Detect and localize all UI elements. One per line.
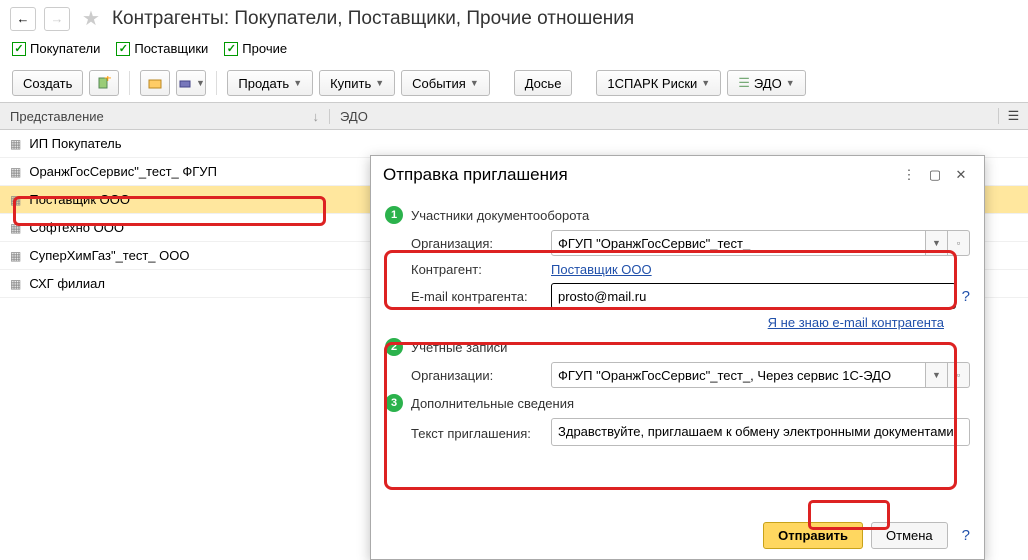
table-icon: ▦ — [10, 277, 21, 291]
table-icon: ▦ — [10, 165, 21, 179]
create-copy-button[interactable]: + — [89, 70, 119, 96]
table-icon: ▦ — [10, 193, 21, 207]
table-icon: ▦ — [10, 221, 21, 235]
help-icon[interactable]: ? — [962, 288, 970, 305]
no-email-link[interactable]: Я не знаю e-mail контрагента — [768, 315, 944, 330]
table-header: Представление↓ ЭДО ☰ — [0, 102, 1028, 130]
text-label: Текст приглашения: — [411, 426, 551, 441]
buy-button[interactable]: Купить▼ — [319, 70, 395, 96]
cancel-button[interactable]: Отмена — [871, 522, 948, 549]
list-mode-button[interactable]: ☰ — [998, 108, 1028, 124]
invitation-textarea[interactable] — [551, 418, 970, 446]
dropdown-icon[interactable]: ▼ — [926, 362, 948, 388]
open-icon[interactable]: ▫ — [948, 362, 970, 388]
check-buyers[interactable]: ✓Покупатели — [12, 41, 100, 56]
col-edo[interactable]: ЭДО — [330, 109, 998, 124]
org-combo[interactable]: ▼ ▫ — [551, 230, 970, 256]
email-label: E-mail контрагента: — [411, 289, 551, 304]
section3-title: Дополнительные сведения — [411, 396, 574, 411]
page-title: Контрагенты: Покупатели, Поставщики, Про… — [112, 8, 634, 30]
help-icon[interactable]: ? — [962, 527, 970, 544]
check-icon: ✓ — [224, 42, 238, 56]
send-button[interactable]: Отправить — [763, 522, 863, 549]
invite-dialog: Отправка приглашения ⋮ ▢ ✕ 1 Участники до… — [370, 155, 985, 560]
org-input[interactable] — [551, 230, 926, 256]
contractor-link[interactable]: Поставщик ООО — [551, 262, 652, 277]
table-row[interactable]: ▦ИП Покупатель — [0, 130, 1028, 158]
filter-checks: ✓Покупатели ✓Поставщики ✓Прочие — [0, 37, 1028, 64]
open-icon[interactable]: ▫ — [948, 230, 970, 256]
accounts-label: Организации: — [411, 368, 551, 383]
check-icon: ✓ — [12, 42, 26, 56]
nav-back-button[interactable]: ← — [10, 7, 36, 31]
edo-icon: ☰ — [738, 75, 750, 91]
email-input[interactable] — [551, 283, 956, 309]
spark-button[interactable]: 1СПАРК Риски▼ — [596, 70, 721, 96]
section2-title: Учетные записи — [411, 340, 507, 355]
print-button[interactable]: ▼ — [176, 70, 206, 96]
sell-button[interactable]: Продать▼ — [227, 70, 313, 96]
check-suppliers[interactable]: ✓Поставщики — [116, 41, 208, 56]
svg-text:+: + — [104, 76, 111, 85]
events-button[interactable]: События▼ — [401, 70, 490, 96]
close-icon[interactable]: ✕ — [950, 164, 972, 186]
col-name[interactable]: Представление↓ — [0, 109, 330, 124]
toolbar: Создать + ▼ Продать▼ Купить▼ События▼ До… — [0, 64, 1028, 102]
check-other[interactable]: ✓Прочие — [224, 41, 287, 56]
contr-label: Контрагент: — [411, 262, 551, 277]
step-3-badge: 3 — [385, 394, 403, 412]
check-icon: ✓ — [116, 42, 130, 56]
more-icon[interactable]: ⋮ — [898, 164, 920, 186]
dossier-button[interactable]: Досье — [514, 70, 573, 96]
maximize-icon[interactable]: ▢ — [924, 164, 946, 186]
accounts-input[interactable] — [551, 362, 926, 388]
org-label: Организация: — [411, 236, 551, 251]
create-button[interactable]: Создать — [12, 70, 83, 96]
table-icon: ▦ — [10, 137, 21, 151]
table-icon: ▦ — [10, 249, 21, 263]
star-icon[interactable]: ★ — [82, 6, 100, 31]
edo-button[interactable]: ☰ЭДО▼ — [727, 70, 805, 96]
nav-forward-button[interactable]: → — [44, 7, 70, 31]
folder-button[interactable] — [140, 70, 170, 96]
dropdown-icon[interactable]: ▼ — [926, 230, 948, 256]
step-2-badge: 2 — [385, 338, 403, 356]
accounts-combo[interactable]: ▼ ▫ — [551, 362, 970, 388]
step-1-badge: 1 — [385, 206, 403, 224]
section1-title: Участники документооборота — [411, 208, 589, 223]
dialog-title: Отправка приглашения — [383, 165, 894, 185]
